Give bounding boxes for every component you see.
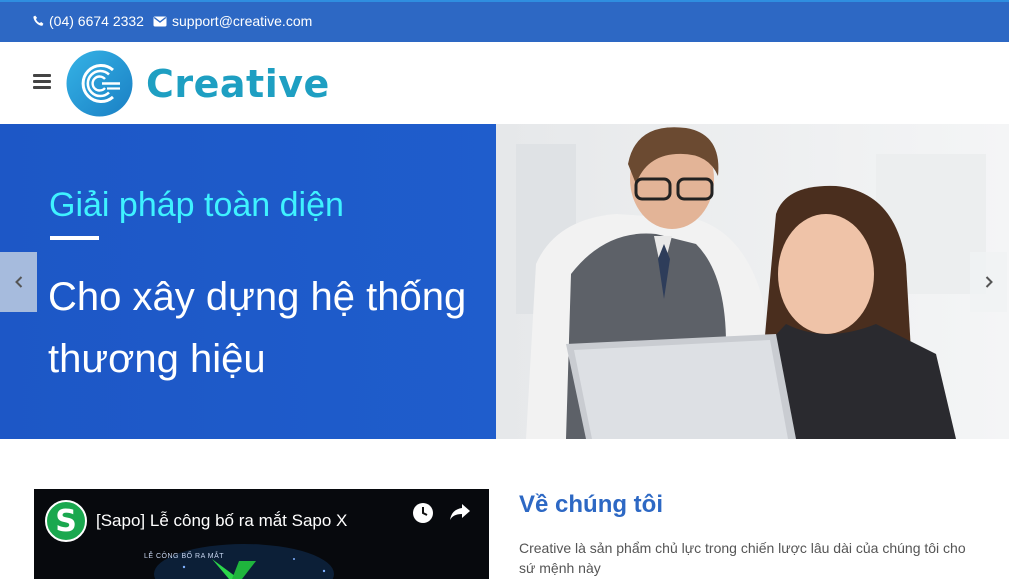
hero-divider [50, 236, 99, 240]
phone-contact[interactable]: (04) 6674 2332 [33, 13, 144, 29]
phone-icon [33, 15, 44, 27]
hamburger-menu-icon[interactable] [33, 74, 51, 89]
hero-photo [496, 124, 1009, 439]
video-title[interactable]: [Sapo] Lễ công bố ra mắt Sapo X [96, 511, 347, 531]
site-header: Creative [0, 42, 1009, 124]
youtube-video-embed[interactable]: S [Sapo] Lễ công bố ra mắt Sapo X LỄ CÔN… [34, 489, 489, 579]
chevron-right-icon [985, 276, 993, 288]
share-arrow-icon[interactable] [448, 501, 472, 528]
phone-number: (04) 6674 2332 [49, 13, 144, 29]
hero-subtitle: Giải pháp toàn diện [49, 186, 344, 224]
email-address: support@creative.com [172, 13, 313, 29]
channel-avatar[interactable]: S [45, 500, 87, 542]
envelope-icon [153, 16, 167, 27]
slider-prev-button[interactable] [0, 252, 37, 312]
logo-icon[interactable] [66, 50, 133, 117]
video-caption: LỄ CÔNG BỐ RA MẮT [144, 553, 225, 560]
chevron-left-icon [14, 276, 22, 288]
hero-slider: Giải pháp toàn diện Cho xây dựng hệ thốn… [0, 124, 1009, 439]
top-contact-bar: (04) 6674 2332 support@creative.com [0, 0, 1009, 42]
clock-icon[interactable] [412, 502, 434, 529]
slider-next-button[interactable] [970, 252, 1007, 312]
about-title: Về chúng tôi [519, 491, 663, 518]
logo-text[interactable]: Creative [146, 62, 330, 106]
email-contact[interactable]: support@creative.com [153, 13, 312, 29]
hero-text-panel: Giải pháp toàn diện Cho xây dựng hệ thốn… [0, 124, 496, 439]
hero-title: Cho xây dựng hệ thống thương hiệu [48, 275, 467, 381]
about-text: Creative là sản phẩm chủ lực trong chiến… [519, 540, 966, 576]
